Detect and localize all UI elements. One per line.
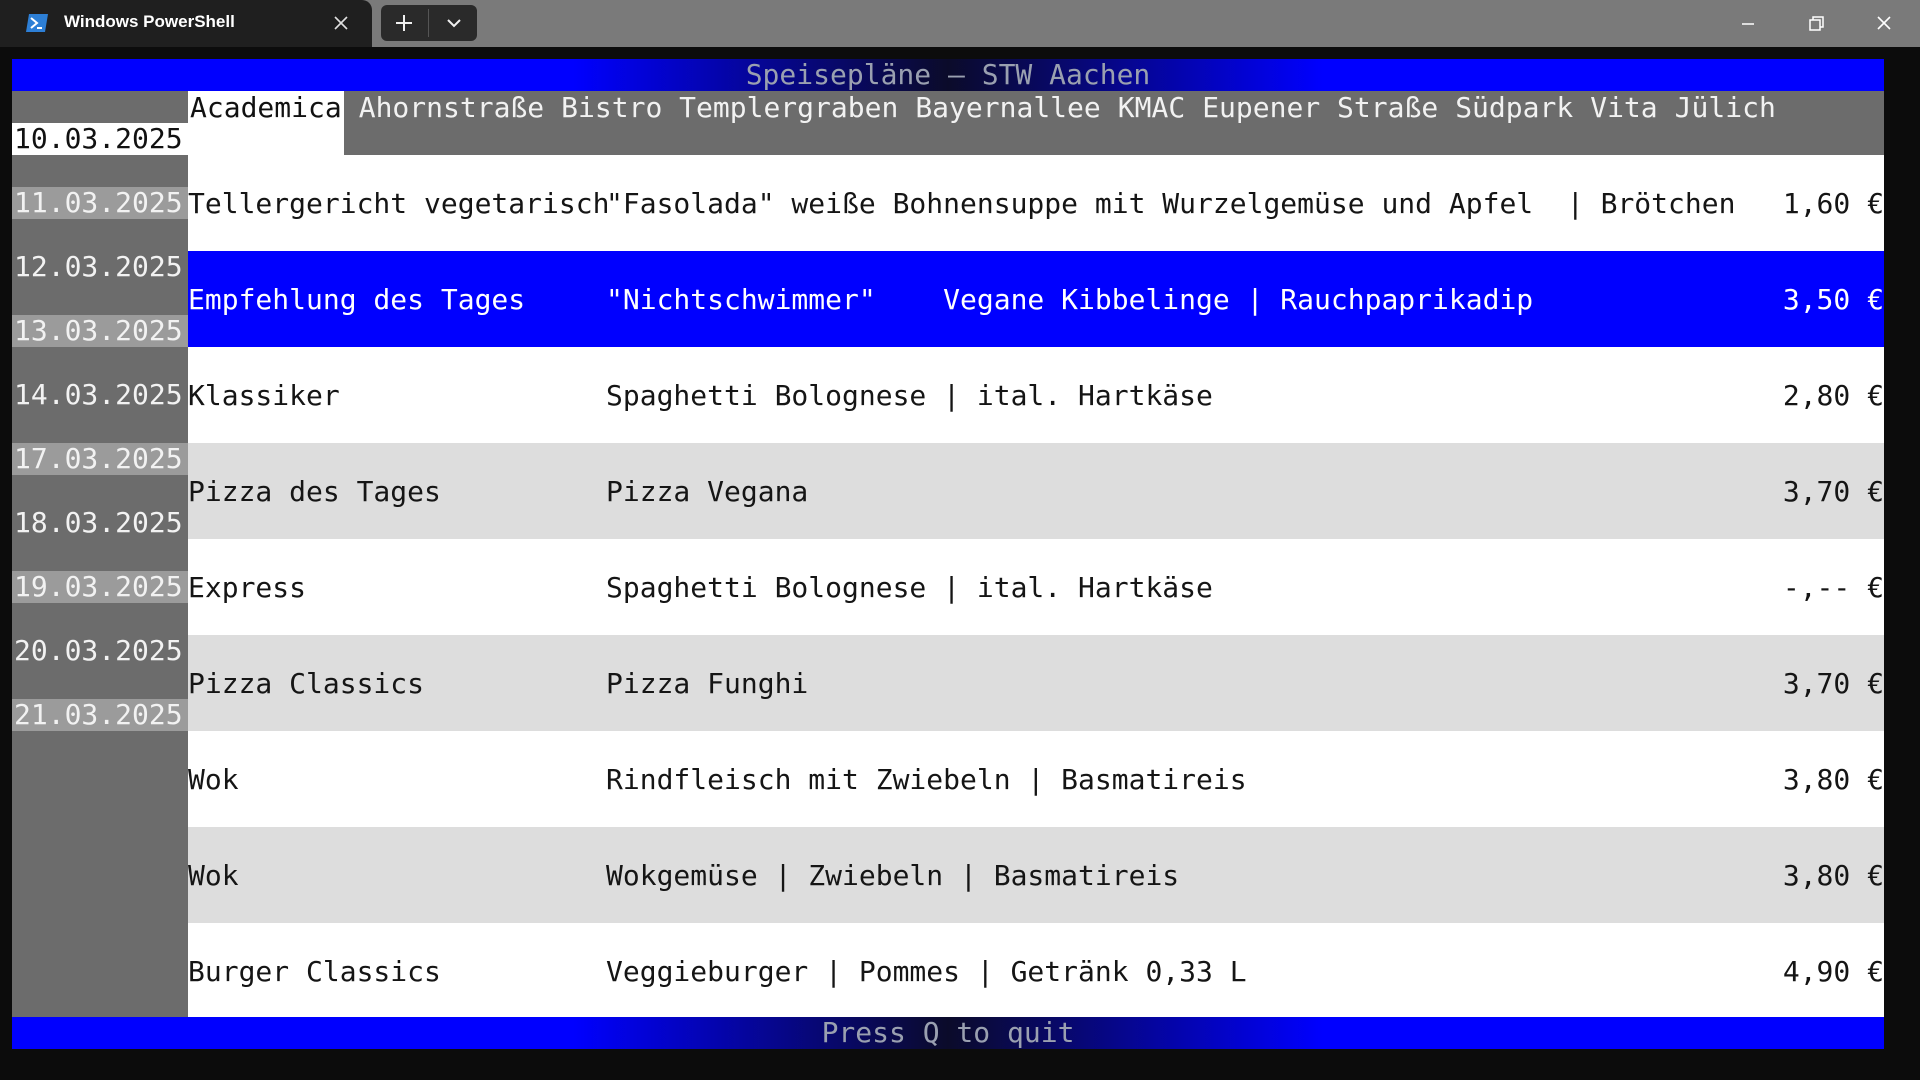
meal-row[interactable]: Burger Classics Veggieburger | Pommes | … [188, 923, 1884, 1017]
tab-actions [381, 5, 477, 41]
date-item[interactable]: 11.03.2025 [12, 187, 188, 219]
close-icon[interactable] [1850, 0, 1918, 47]
meal-row[interactable]: Pizza Classics Pizza Funghi 3,70 € [188, 635, 1884, 731]
meal-price: 3,80 € [1782, 859, 1884, 892]
date-item[interactable]: 21.03.2025 [12, 699, 188, 731]
meal-list: Tellergericht vegetarisch "Fasolada" wei… [188, 155, 1884, 1017]
meal-row[interactable]: Express Spaghetti Bolognese | ital. Hart… [188, 539, 1884, 635]
app-footer: Press Q to quit [12, 1017, 1884, 1049]
meal-description: Spaghetti Bolognese | ital. Hartkäse [606, 571, 1213, 604]
date-item[interactable]: 19.03.2025 [12, 571, 188, 603]
meal-category: Pizza des Tages [188, 475, 441, 508]
tab-location[interactable]: Ahornstraße [357, 91, 546, 155]
location-tabs: Academica Ahornstraße Bistro Templergrab… [188, 91, 1884, 155]
meal-category: Pizza Classics [188, 667, 425, 700]
meal-category: Empfehlung des Tages [188, 283, 526, 316]
meal-description: Spaghetti Bolognese | ital. Hartkäse [606, 379, 1213, 412]
meal-row[interactable]: Pizza des Tages Pizza Vegana 3,70 € [188, 443, 1884, 539]
meal-description: Pizza Funghi [606, 667, 809, 700]
meal-price: 2,80 € [1782, 379, 1884, 412]
meal-description: Veggieburger | Pommes | Getränk 0,33 L [606, 955, 1247, 988]
close-icon[interactable] [329, 11, 353, 35]
meal-row[interactable]: Wok Rindfleisch mit Zwiebeln | Basmatire… [188, 731, 1884, 827]
date-item[interactable]: 17.03.2025 [12, 443, 188, 475]
restore-icon[interactable] [1782, 0, 1850, 47]
powershell-icon [26, 14, 48, 32]
meal-category: Wok [188, 763, 239, 796]
page-title: Speisepläne — STW Aachen [745, 58, 1151, 91]
meal-price: -,-- € [1782, 571, 1884, 604]
tab-location[interactable]: Eupener Straße [1200, 91, 1440, 155]
meal-category: Burger Classics [188, 955, 441, 988]
meal-description: "Nichtschwimmer" Vegane Kibbelinge | Rau… [606, 283, 1534, 316]
quit-hint: Press Q to quit [821, 1016, 1075, 1049]
date-item[interactable]: 18.03.2025 [12, 507, 188, 539]
tab-title: Windows PowerShell [64, 12, 235, 31]
terminal-tab[interactable]: Windows PowerShell [0, 0, 372, 47]
meal-row[interactable]: Empfehlung des Tages "Nichtschwimmer" Ve… [188, 251, 1884, 347]
tab-location[interactable]: Vita [1588, 91, 1659, 155]
date-list: 10.03.2025 11.03.2025 12.03.2025 13.03.2… [12, 91, 188, 1017]
meal-description: Rindfleisch mit Zwiebeln | Basmatireis [606, 763, 1247, 796]
meal-description: Wokgemüse | Zwiebeln | Basmatireis [606, 859, 1180, 892]
divider [428, 9, 429, 37]
tab-location[interactable]: Jülich [1673, 91, 1778, 155]
tab-location[interactable]: Bayernallee [913, 91, 1102, 155]
terminal-area[interactable]: Speisepläne — STW Aachen 10.03.2025 11.0… [0, 47, 1920, 1080]
date-item[interactable]: 10.03.2025 [12, 123, 188, 155]
meal-category: Tellergericht vegetarisch [188, 187, 610, 220]
meal-price: 3,50 € [1782, 283, 1884, 316]
meal-description: Pizza Vegana [606, 475, 809, 508]
app-header: Speisepläne — STW Aachen [12, 59, 1884, 91]
date-item[interactable]: 20.03.2025 [12, 635, 188, 667]
date-item[interactable]: 14.03.2025 [12, 379, 188, 411]
tab-location[interactable]: Academica [188, 91, 344, 155]
meal-category: Express [188, 571, 307, 604]
meal-description: "Fasolada" weiße Bohnensuppe mit Wurzelg… [606, 187, 1736, 220]
meal-row[interactable]: Tellergericht vegetarisch "Fasolada" wei… [188, 155, 1884, 251]
meal-price: 4,90 € [1782, 955, 1884, 988]
minimize-icon[interactable] [1714, 0, 1782, 47]
meal-category: Klassiker [188, 379, 340, 412]
meal-row[interactable]: Wok Wokgemüse | Zwiebeln | Basmatireis 3… [188, 827, 1884, 923]
tab-location[interactable]: KMAC [1116, 91, 1187, 155]
tab-location[interactable]: Bistro Templergraben [559, 91, 900, 155]
meal-price: 3,70 € [1782, 475, 1884, 508]
chevron-down-icon[interactable] [431, 5, 477, 41]
meal-row[interactable]: Klassiker Spaghetti Bolognese | ital. Ha… [188, 347, 1884, 443]
meal-price: 3,80 € [1782, 763, 1884, 796]
date-item[interactable]: 13.03.2025 [12, 315, 188, 347]
plus-icon[interactable] [381, 5, 427, 41]
title-bar: Windows PowerShell [0, 0, 1920, 47]
date-item[interactable]: 12.03.2025 [12, 251, 188, 283]
meal-category: Wok [188, 859, 239, 892]
meal-price: 3,70 € [1782, 667, 1884, 700]
tab-location[interactable]: Südpark [1453, 91, 1575, 155]
scrollbar[interactable] [1884, 59, 1894, 1049]
meal-price: 1,60 € [1782, 187, 1884, 220]
